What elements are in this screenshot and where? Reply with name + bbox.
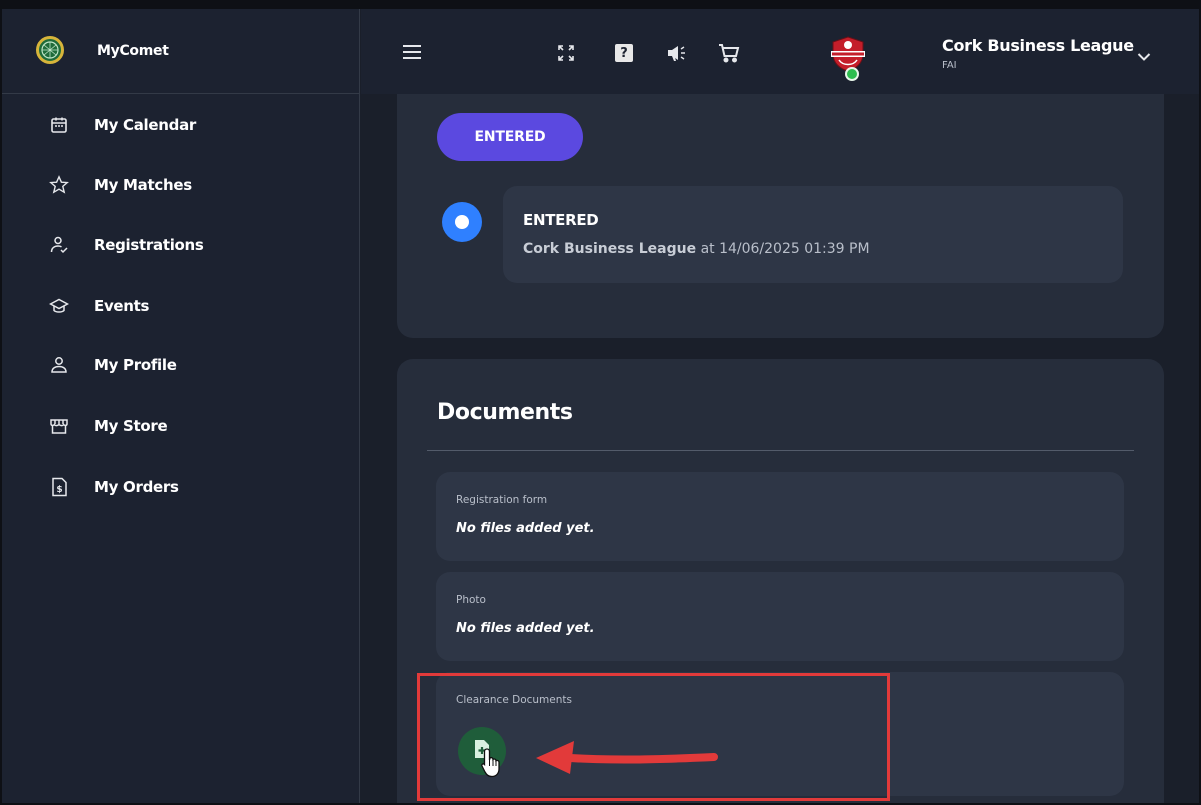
sidebar-item-registrations[interactable]: Registrations	[0, 215, 360, 275]
sidebar-item-label: My Matches	[94, 176, 192, 194]
megaphone-icon[interactable]	[666, 43, 688, 63]
document-label: Clearance Documents	[456, 694, 572, 706]
status-event-detail: Cork Business League at 14/06/2025 01:39…	[523, 241, 870, 257]
annotation-arrow	[536, 741, 718, 774]
store-icon	[48, 415, 70, 437]
sidebar-item-my-orders[interactable]: $ My Orders	[0, 457, 360, 517]
sidebar-item-label: Events	[94, 297, 150, 315]
menu-icon[interactable]	[401, 42, 423, 62]
top-bar: ? Cork Business League FAI	[361, 9, 1199, 94]
status-pill[interactable]: ENTERED	[437, 113, 583, 161]
star-icon	[48, 174, 70, 196]
status-event-title: ENTERED	[523, 211, 599, 229]
document-label: Photo	[456, 594, 486, 606]
invoice-icon: $	[48, 476, 70, 498]
graduation-cap-icon	[48, 295, 70, 317]
club-badge-icon[interactable]	[830, 36, 865, 72]
organization-name[interactable]: Cork Business League	[942, 36, 1134, 55]
sidebar-item-label: My Orders	[94, 478, 179, 496]
document-empty-state: No files added yet.	[456, 621, 595, 636]
timeline-dot	[442, 202, 482, 242]
calendar-icon	[48, 114, 70, 136]
help-glyph: ?	[615, 44, 633, 62]
sidebar-item-my-matches[interactable]: My Matches	[0, 155, 360, 215]
organization-subtitle: FAI	[942, 60, 957, 71]
sidebar-item-label: My Store	[94, 417, 168, 435]
app-name[interactable]: MyComet	[97, 43, 169, 59]
brand: MyComet	[0, 9, 360, 94]
svg-text:$: $	[56, 485, 62, 495]
user-check-icon	[48, 234, 70, 256]
status-event-card	[503, 186, 1123, 283]
document-item-clearance	[436, 672, 1124, 796]
sidebar-item-label: My Calendar	[94, 116, 197, 134]
sidebar-item-label: My Profile	[94, 356, 177, 374]
sidebar-item-my-profile[interactable]: My Profile	[0, 335, 360, 395]
sidebar-item-my-calendar[interactable]: My Calendar	[0, 95, 360, 155]
sidebar-item-events[interactable]: Events	[0, 276, 360, 336]
cart-icon[interactable]	[717, 42, 741, 64]
document-item-photo	[436, 572, 1124, 661]
help-icon[interactable]: ?	[614, 43, 634, 63]
status-event-org: Cork Business League	[523, 241, 697, 257]
sidebar-item-label: Registrations	[94, 236, 204, 254]
hand-cursor-icon	[481, 748, 500, 778]
status-event-time: at 14/06/2025 01:39 PM	[700, 241, 870, 257]
documents-title: Documents	[437, 400, 573, 425]
document-item-registration-form	[436, 472, 1124, 561]
user-icon	[48, 354, 70, 376]
fullscreen-icon[interactable]	[557, 44, 575, 62]
chevron-down-icon[interactable]	[1137, 47, 1151, 66]
sidebar-item-my-store[interactable]: My Store	[0, 396, 360, 456]
document-label: Registration form	[456, 494, 548, 506]
document-empty-state: No files added yet.	[456, 521, 595, 536]
mycomet-logo-icon[interactable]	[36, 36, 64, 64]
online-status-indicator	[845, 67, 859, 81]
divider	[427, 450, 1134, 451]
sidebar: MyComet My Calendar My Matches Registrat…	[0, 0, 360, 805]
